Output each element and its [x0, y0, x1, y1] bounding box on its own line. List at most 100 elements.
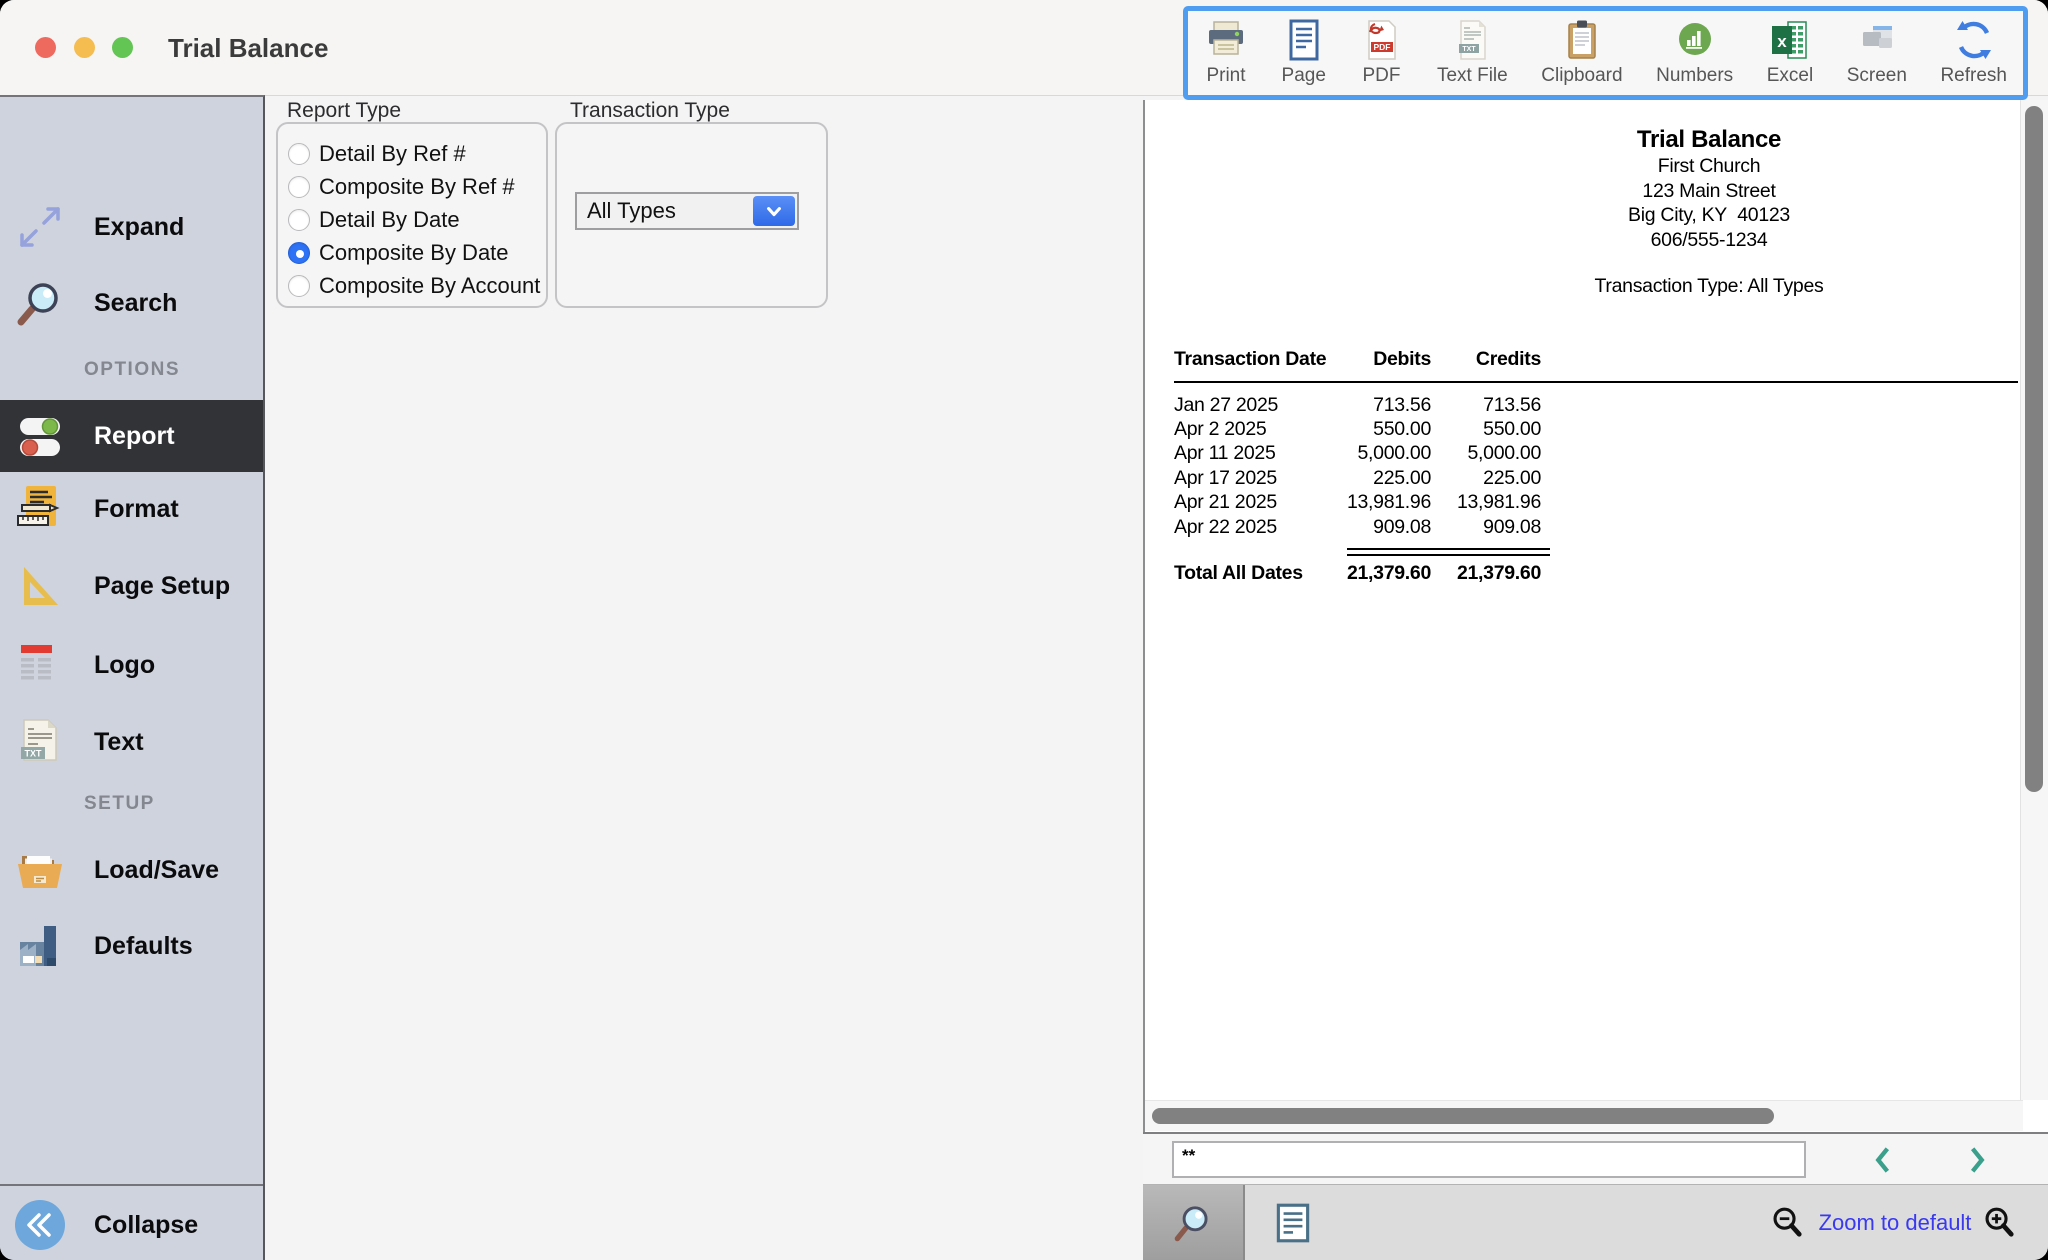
radio-option-composite-by-account[interactable]: Composite By Account [288, 269, 540, 302]
sidebar-item-expand[interactable]: Expand [0, 195, 263, 259]
transaction-type-select[interactable]: All Types [575, 192, 799, 230]
cell-credits: 5,000.00 [1431, 442, 1541, 465]
page-icon [1282, 17, 1326, 63]
toolbar-button-label: Page [1282, 65, 1326, 87]
clipboard-icon [1560, 17, 1604, 63]
zoom-in-button[interactable] [1975, 1185, 2025, 1260]
tab-search-view[interactable] [1143, 1185, 1245, 1260]
svg-text:x: x [1777, 32, 1787, 51]
cell-debits: 225.00 [1319, 467, 1431, 490]
toolbar-button-label: Clipboard [1541, 65, 1622, 87]
radio-option-label: Composite By Account [319, 273, 540, 299]
sidebar-item-format[interactable]: Format [0, 477, 263, 541]
minimize-button[interactable] [74, 37, 95, 58]
cell-debits: 5,000.00 [1319, 442, 1431, 465]
cell-debits: 13,981.96 [1319, 491, 1431, 514]
total-debits: 21,379.60 [1319, 562, 1431, 585]
toolbar-button-text-file[interactable]: TXTText File [1437, 17, 1508, 87]
radio-option-composite-by-ref[interactable]: Composite By Ref # [288, 170, 515, 203]
toolbar-button-screen[interactable]: Screen [1847, 17, 1907, 87]
radio-button[interactable] [288, 209, 310, 231]
toolbar-button-label: Screen [1847, 65, 1907, 87]
sidebar-item-collapse[interactable]: Collapse [0, 1193, 263, 1257]
report-toggles-icon [12, 410, 68, 462]
cell-date: Apr 2 2025 [1174, 418, 1319, 441]
toolbar-button-label: Print [1206, 65, 1245, 87]
chevron-left-icon [1870, 1142, 1896, 1178]
sidebar-item-text[interactable]: TXT Text [0, 710, 263, 774]
sidebar-divider [0, 1184, 263, 1186]
cell-credits: 13,981.96 [1431, 491, 1541, 514]
toolbar-button-refresh[interactable]: Refresh [1940, 17, 2007, 87]
sidebar-item-page-setup[interactable]: Page Setup [0, 554, 263, 618]
table-row: Apr 11 20255,000.005,000.00 [1174, 442, 1541, 466]
report-filter-line: Transaction Type: All Types [1406, 275, 2012, 298]
cell-debits: 550.00 [1319, 418, 1431, 441]
document-icon [1270, 1200, 1316, 1246]
format-icon [12, 483, 68, 535]
report-type-group: Detail By Ref #Composite By Ref #Detail … [276, 122, 548, 308]
cell-date: Apr 17 2025 [1174, 467, 1319, 490]
toolbar-button-print[interactable]: Print [1204, 17, 1248, 87]
table-header-row: Transaction Date Debits Credits [1174, 348, 1541, 371]
vertical-scrollbar-thumb[interactable] [2025, 106, 2043, 792]
search-icon [12, 277, 68, 329]
fullscreen-button[interactable] [112, 37, 133, 58]
defaults-icon [12, 920, 68, 972]
close-button[interactable] [35, 37, 56, 58]
screen-icon [1855, 17, 1899, 63]
sidebar-item-logo[interactable]: Logo [0, 633, 263, 697]
report-preview: Trial Balance First Church 123 Main Stre… [1143, 100, 2048, 1132]
radio-button[interactable] [288, 143, 310, 165]
report-title: Trial Balance [1406, 126, 2012, 154]
sidebar-item-label: Defaults [94, 932, 193, 961]
vertical-scrollbar[interactable] [2020, 100, 2048, 1100]
sidebar-item-load-save[interactable]: Load/Save [0, 838, 263, 902]
total-credits: 21,379.60 [1431, 562, 1541, 585]
sidebar-item-report[interactable]: Report [0, 400, 263, 472]
preview-tabbar: Zoom to default [1143, 1184, 2048, 1260]
toolbar-button-pdf[interactable]: PDFPDF [1359, 17, 1403, 87]
toolbar-button-label: Numbers [1656, 65, 1733, 87]
radio-option-detail-by-date[interactable]: Detail By Date [288, 203, 460, 236]
report-city: Big City, KY 40123 [1406, 203, 2012, 228]
transaction-type-value: All Types [577, 198, 753, 224]
sidebar-item-label: Logo [94, 651, 155, 680]
radio-button[interactable] [288, 242, 310, 264]
table-total-rule [1347, 548, 1550, 556]
text-doc-icon: TXT [12, 716, 68, 768]
zoom-to-default-link[interactable]: Zoom to default [1815, 1185, 1975, 1260]
table-row: Apr 17 2025225.00225.00 [1174, 466, 1541, 490]
zoom-out-button[interactable] [1763, 1185, 1813, 1260]
radio-button[interactable] [288, 275, 310, 297]
transaction-type-label: Transaction Type [570, 99, 730, 123]
radio-option-label: Composite By Date [319, 240, 509, 266]
toolbar-button-excel[interactable]: xExcel [1767, 17, 1813, 87]
next-match-button[interactable] [1955, 1138, 1999, 1182]
cell-date: Jan 27 2025 [1174, 394, 1319, 417]
sidebar-section-options: OPTIONS [84, 355, 180, 385]
toolbar-button-clipboard[interactable]: Clipboard [1541, 17, 1622, 87]
find-input[interactable] [1172, 1141, 1806, 1178]
table-row: Jan 27 2025713.56713.56 [1174, 393, 1541, 417]
tab-document-view[interactable] [1245, 1185, 1341, 1260]
radio-option-composite-by-date[interactable]: Composite By Date [288, 236, 509, 269]
radio-option-detail-by-ref[interactable]: Detail By Ref # [288, 137, 466, 170]
report-address: 123 Main Street [1406, 179, 2012, 204]
horizontal-scrollbar[interactable] [1145, 1100, 2023, 1131]
svg-text:TXT: TXT [25, 749, 43, 759]
svg-text:TXT: TXT [1463, 46, 1477, 53]
excel-icon: x [1768, 17, 1812, 63]
previous-match-button[interactable] [1861, 1138, 1905, 1182]
sidebar-item-defaults[interactable]: Defaults [0, 914, 263, 978]
toolbar-button-numbers[interactable]: Numbers [1656, 17, 1733, 87]
toolbar-button-page[interactable]: Page [1282, 17, 1326, 87]
sidebar-item-label: Search [94, 289, 177, 318]
sidebar-item-search[interactable]: Search [0, 271, 263, 335]
horizontal-scrollbar-thumb[interactable] [1152, 1108, 1774, 1124]
numbers-icon [1673, 17, 1717, 63]
export-toolbar: Print Page PDFPDF TXTText File Clipboard Numb… [1183, 6, 2028, 100]
radio-button[interactable] [288, 176, 310, 198]
report-header: Trial Balance First Church 123 Main Stre… [1406, 126, 2012, 298]
sidebar-item-label: Text [94, 728, 144, 757]
